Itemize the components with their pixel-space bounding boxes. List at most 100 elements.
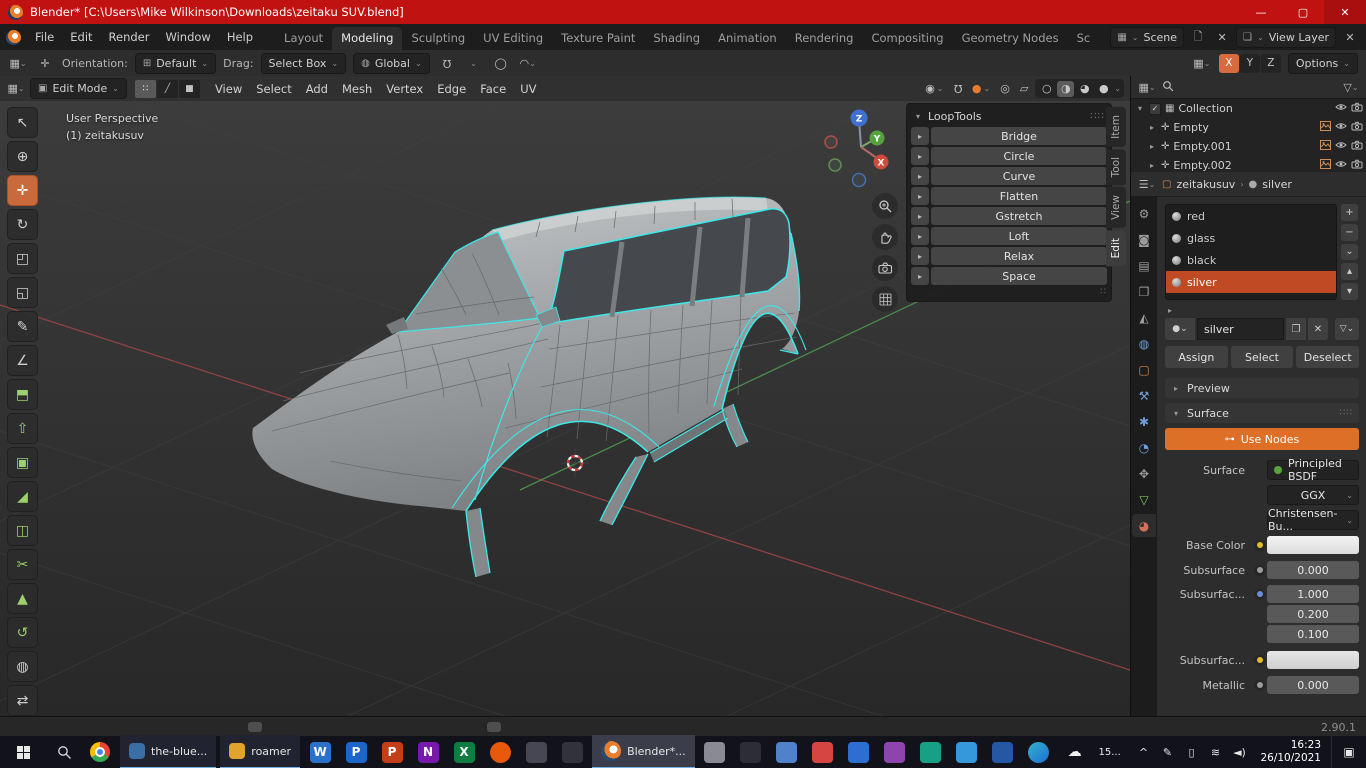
use-nodes-button[interactable]: ⊶ Use Nodes <box>1165 428 1359 450</box>
tool-inset-faces[interactable]: ▣ <box>7 447 38 478</box>
ortho-toggle-button[interactable] <box>872 286 898 312</box>
vertex-select-button[interactable]: ∷ <box>135 80 156 98</box>
new-scene-button[interactable]: 🗋 <box>1188 28 1208 47</box>
tool-loop-cut[interactable]: ◫ <box>7 515 38 546</box>
transform-orientations-icon[interactable]: ▦⌄ <box>1192 54 1212 73</box>
tab-scripting[interactable]: Sc <box>1068 27 1100 50</box>
material-slot-silver[interactable]: silver <box>1166 271 1336 293</box>
menu-mesh[interactable]: Mesh <box>335 82 379 96</box>
sidebar-tab-edit[interactable]: Edit <box>1106 230 1126 266</box>
scene-selector[interactable]: ▦ ⌄ Scene <box>1110 27 1184 48</box>
tab-rendering[interactable]: Rendering <box>786 27 863 50</box>
material-shading-button[interactable]: ◕ <box>1076 81 1093 97</box>
tool-annotate[interactable]: ✎ <box>7 311 38 342</box>
app-icon-red[interactable] <box>805 736 841 768</box>
app-icon[interactable] <box>697 736 733 768</box>
face-select-button[interactable]: ■ <box>179 80 200 98</box>
app-icon-teal[interactable] <box>913 736 949 768</box>
tab-texture-paint[interactable]: Texture Paint <box>552 27 644 50</box>
app-icon[interactable] <box>554 736 590 768</box>
tray-battery-icon[interactable]: ▯ <box>1180 736 1202 768</box>
editor-type-icon[interactable]: ▦⌄ <box>6 79 26 98</box>
tool-bevel[interactable]: ◢ <box>7 481 38 512</box>
tab-compositing[interactable]: Compositing <box>862 27 952 50</box>
start-button[interactable] <box>0 736 46 768</box>
orientation-dropdown[interactable]: ⊞ Default ⌄ <box>135 53 216 74</box>
tool-add-cube[interactable]: ⬒ <box>7 379 38 410</box>
material-slot-red[interactable]: red <box>1166 205 1336 227</box>
eye-icon[interactable] <box>1335 102 1347 115</box>
outliner-row-empty-001[interactable]: ▸ ✛ Empty.001 <box>1131 137 1366 156</box>
tab-shading[interactable]: Shading <box>644 27 709 50</box>
show-overlays-icon[interactable]: ◎ <box>997 82 1013 95</box>
add-slot-button[interactable]: + <box>1341 204 1358 221</box>
snap-magnet-icon[interactable]: Ω <box>951 82 965 95</box>
subsurface-color-swatch[interactable] <box>1267 651 1359 669</box>
chrome-icon[interactable] <box>82 736 118 768</box>
tool-smooth[interactable]: ◍ <box>7 651 38 682</box>
curve-button[interactable]: Curve <box>931 167 1107 185</box>
tool-extrude-region[interactable]: ⇧ <box>7 413 38 444</box>
circle-button[interactable]: Circle <box>931 147 1107 165</box>
menu-edge[interactable]: Edge <box>430 82 473 96</box>
maximize-button[interactable]: ▢ <box>1282 0 1324 24</box>
list-expander-icon[interactable]: ▸ <box>1165 306 1175 315</box>
tab-render-properties[interactable]: ◙ <box>1132 228 1156 251</box>
bridge-options-expander[interactable]: ▸ <box>911 127 929 145</box>
tool-spin[interactable]: ↺ <box>7 617 38 648</box>
tray-pen-icon[interactable]: ✎ <box>1156 736 1178 768</box>
panel-resize-grip[interactable]: ∷ <box>911 287 1107 297</box>
rendered-shading-button[interactable]: ● <box>1095 81 1112 97</box>
menu-add[interactable]: Add <box>299 82 335 96</box>
tool-transform[interactable]: ◱ <box>7 277 38 308</box>
loft-options-expander[interactable]: ▸ <box>911 227 929 245</box>
material-name-field[interactable] <box>1197 318 1284 340</box>
space-button[interactable]: Space <box>931 267 1107 285</box>
suv-mesh-model[interactable] <box>252 197 806 577</box>
taskbar-window-blender[interactable]: Blender*... <box>592 735 695 768</box>
view-layer-selector[interactable]: ❏ ⌄ View Layer <box>1236 27 1336 48</box>
tray-volume-icon[interactable]: ◄) <box>1228 736 1250 768</box>
tab-object-properties[interactable]: ▢ <box>1132 358 1156 381</box>
base-color-swatch[interactable] <box>1267 536 1359 554</box>
camera-restrict-icon[interactable] <box>1351 159 1363 172</box>
snap-settings-dropdown[interactable]: ⌄ <box>464 54 484 73</box>
relax-options-expander[interactable]: ▸ <box>911 247 929 265</box>
new-material-copy-button[interactable]: ❐ <box>1286 318 1306 340</box>
bridge-button[interactable]: Bridge <box>931 127 1107 145</box>
sidebar-tab-view[interactable]: View <box>1106 187 1126 228</box>
visibility-dropdown[interactable]: ◉⌄ <box>922 82 946 95</box>
unlink-material-button[interactable]: ✕ <box>1308 318 1328 340</box>
eye-icon[interactable] <box>1335 159 1347 172</box>
axis-y-button[interactable]: Y <box>1240 54 1260 73</box>
tool-select-box[interactable]: ↖ <box>7 107 38 138</box>
space-options-expander[interactable]: ▸ <box>911 267 929 285</box>
transform-pivot-dropdown[interactable]: ◍ Global ⌄ <box>353 53 430 74</box>
xray-toggle-icon[interactable]: ▱ <box>1017 82 1031 95</box>
editor-type-icon[interactable]: ▦⌄ <box>1137 78 1157 97</box>
tab-physics-properties[interactable]: ◔ <box>1132 436 1156 459</box>
snap-toggle-icon[interactable]: Ω <box>437 54 457 73</box>
tool-cursor[interactable]: ⊕ <box>7 141 38 172</box>
pan-hand-button[interactable] <box>872 224 898 250</box>
app-icon[interactable] <box>733 736 769 768</box>
material-slot-black[interactable]: black <box>1166 249 1336 271</box>
tab-object-data-properties[interactable]: ▽ <box>1132 488 1156 511</box>
app-icon-purple[interactable] <box>877 736 913 768</box>
disclosure-open-icon[interactable]: ▾ <box>1135 104 1145 113</box>
flatten-options-expander[interactable]: ▸ <box>911 187 929 205</box>
surface-shader-selector[interactable]: Principled BSDF <box>1267 460 1359 480</box>
menu-view[interactable]: View <box>208 82 249 96</box>
remove-slot-button[interactable]: − <box>1341 224 1358 241</box>
tab-world-properties[interactable]: ◍ <box>1132 332 1156 355</box>
material-slot-glass[interactable]: glass <box>1166 227 1336 249</box>
excel-icon[interactable]: X <box>446 736 482 768</box>
taskbar-window-the-blue[interactable]: the-blue... <box>120 735 216 768</box>
camera-restrict-icon[interactable] <box>1351 121 1363 134</box>
value-socket-icon[interactable] <box>1252 565 1267 576</box>
unlink-scene-button[interactable]: ✕ <box>1212 28 1232 47</box>
disclosure-closed-icon[interactable]: ▸ <box>1147 123 1157 132</box>
menu-uv[interactable]: UV <box>513 82 543 96</box>
proportional-editing-dropdown[interactable]: ●⌄ <box>969 82 993 95</box>
taskbar-search-icon[interactable] <box>46 736 82 768</box>
